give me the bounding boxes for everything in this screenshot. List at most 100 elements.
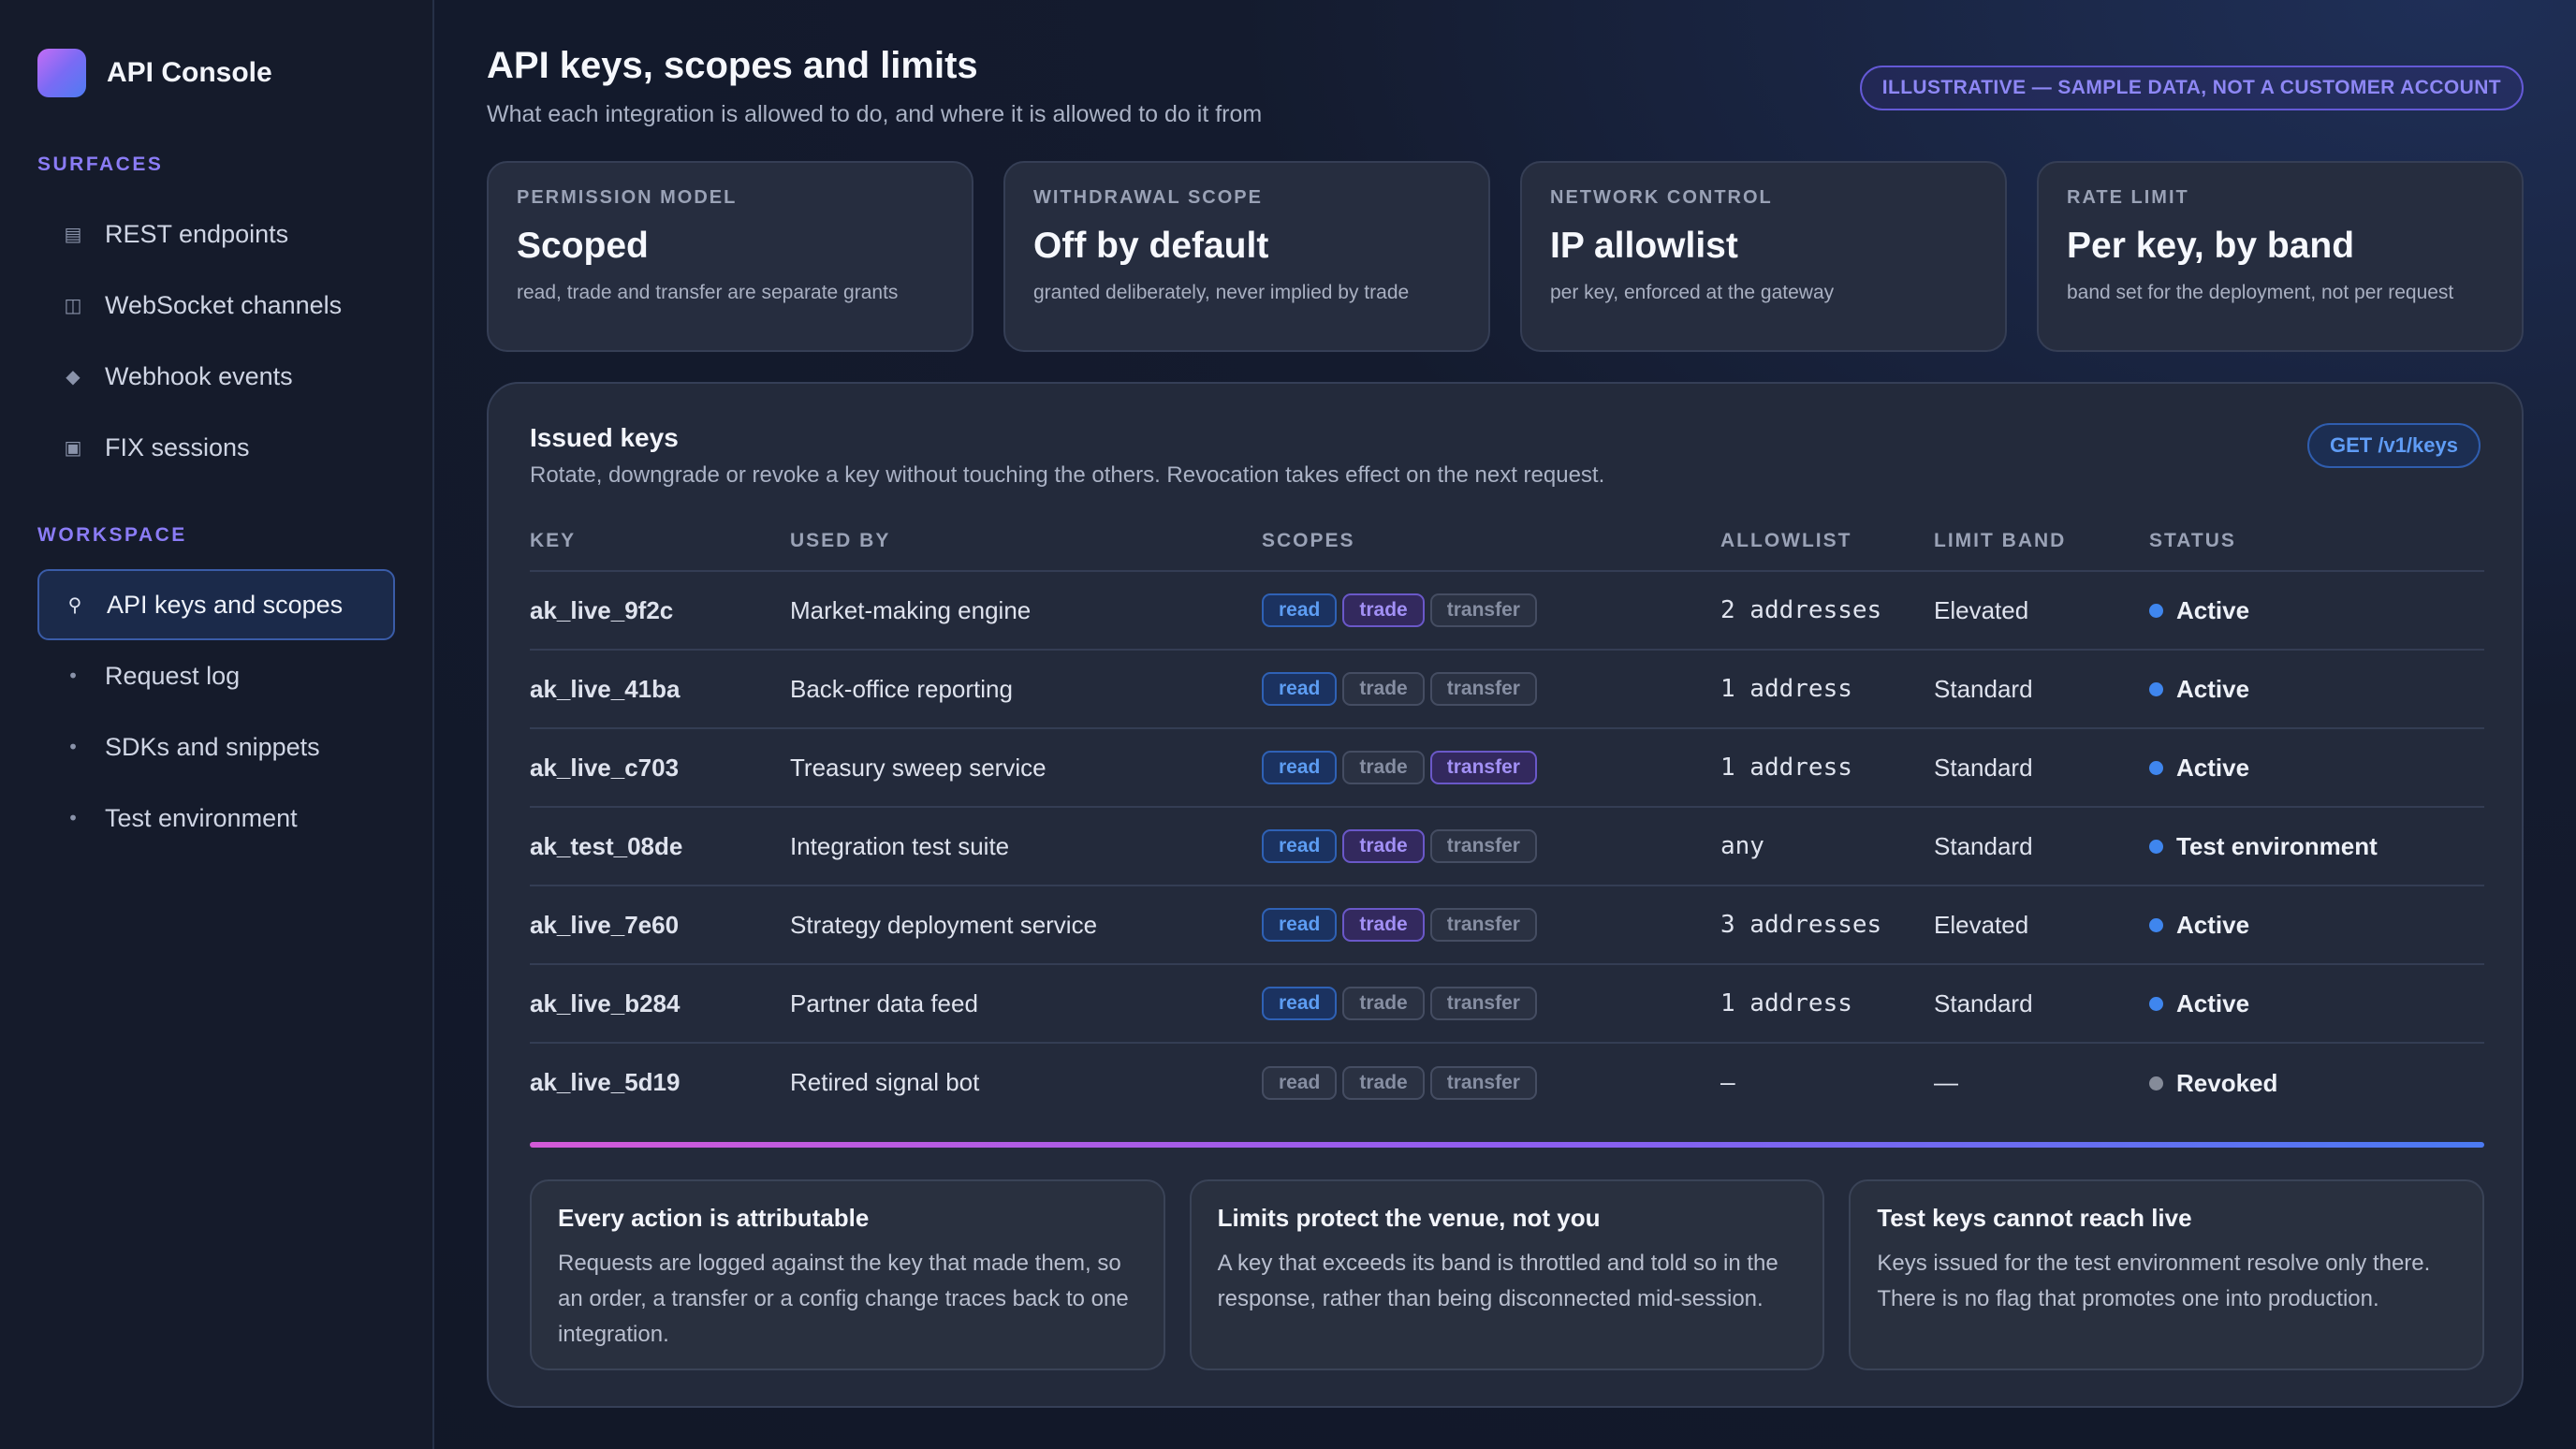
limit-band: — [1934, 1068, 1958, 1096]
panel-title: Issued keys [530, 423, 679, 452]
status-label: Test environment [2176, 832, 2378, 860]
status-dot-icon [2149, 604, 2163, 618]
key-id: ak_live_41ba [530, 650, 790, 729]
scope-chip-trade: trade [1342, 829, 1425, 863]
status-dot-icon [2149, 1076, 2163, 1090]
stat-description: per key, enforced at the gateway [1550, 282, 1835, 303]
key-id: ak_live_b284 [530, 964, 790, 1044]
scope-chip-transfer: transfer [1429, 593, 1537, 627]
limit-band: Standard [1934, 964, 2149, 1044]
column-header-used-by[interactable]: USED BY [790, 511, 1262, 572]
sidebar-item-fix-sessions[interactable]: ▣ FIX sessions [37, 412, 395, 483]
stat-description: granted deliberately, never implied by t… [1033, 282, 1410, 303]
note-title: Limits protect the venue, not you [1217, 1204, 1601, 1232]
allowlist: 1 address [1720, 964, 1934, 1044]
note-title: Every action is attributable [558, 1204, 870, 1232]
scope-chip-transfer: transfer [1429, 672, 1537, 706]
scope-chip-trade: trade [1342, 672, 1425, 706]
status-dot-icon [2149, 918, 2163, 932]
status-cell: Active [2149, 571, 2484, 651]
status-badge: Revoked [2149, 1069, 2277, 1098]
stat-label: PERMISSION MODEL [517, 187, 738, 208]
table-row[interactable]: ak_live_41ba Back-office reporting read tra… [530, 650, 2484, 729]
stat-value: Scoped [517, 226, 649, 266]
scopes-cell: read trade transfer [1262, 886, 1720, 965]
column-header-status[interactable]: STATUS [2149, 511, 2484, 572]
diamond-icon: ◆ [66, 365, 80, 388]
note-card-test-keys: Test keys cannot reach live Keys issued … [1849, 1179, 2485, 1370]
stat-value: Off by default [1033, 226, 1269, 266]
scope-chip-transfer: transfer [1429, 829, 1537, 863]
scope-chip-read: read [1262, 829, 1338, 863]
status-dot-icon [2149, 682, 2163, 696]
table-row[interactable]: ak_live_b284 Partner data feed read trade tr… [530, 964, 2484, 1044]
sidebar-item-label: Test environment [105, 803, 298, 832]
page-title: API keys, scopes and limits [487, 45, 978, 86]
note-body: Requests are logged against the key that… [558, 1251, 1129, 1347]
sidebar-item-label: SDKs and snippets [105, 732, 320, 761]
allowlist: 1 address [1720, 650, 1934, 729]
sidebar-item-request-log[interactable]: • Request log [37, 640, 395, 711]
scope-chip-trade: trade [1342, 593, 1425, 627]
bullet-icon: • [67, 736, 79, 758]
scope-chip-read: read [1262, 908, 1338, 942]
status-dot-icon [2149, 761, 2163, 775]
limit-band: Elevated [1934, 571, 2149, 651]
scopes-cell: read trade transfer [1262, 964, 1720, 1044]
sidebar-item-sdks[interactable]: • SDKs and snippets [37, 711, 395, 783]
table-row[interactable]: ak_live_5d19 Retired signal bot read trade t… [530, 1043, 2484, 1121]
status-dot-icon [2149, 997, 2163, 1011]
scope-chip-trade: trade [1342, 1065, 1425, 1100]
page-subtitle: What each integration is allowed to do, … [487, 101, 1263, 127]
endpoint-badge[interactable]: GET /v1/keys [2307, 423, 2481, 468]
status-cell: Active [2149, 964, 2484, 1044]
issued-keys-panel: Issued keys Rotate, downgrade or revoke … [487, 382, 2524, 1408]
keys-table: KEY USED BY SCOPES ALLOWLIST LIMIT BAND … [530, 511, 2484, 1121]
bullet-icon: • [67, 807, 79, 829]
stat-label: WITHDRAWAL SCOPE [1033, 187, 1263, 208]
note-card-attributable: Every action is attributable Requests ar… [530, 1179, 1165, 1370]
key-id: ak_test_08de [530, 807, 790, 886]
notes: Every action is attributable Requests ar… [530, 1179, 2485, 1370]
used-by: Back-office reporting [790, 650, 1262, 729]
table-row[interactable]: ak_live_9f2c Market-making engine read trad… [530, 571, 2484, 651]
brand[interactable]: API Console [37, 49, 395, 97]
limit-band: Standard [1934, 650, 2149, 729]
used-by: Integration test suite [790, 807, 1262, 886]
sidebar-item-webhook-events[interactable]: ◆ Webhook events [37, 341, 395, 412]
square-icon: ▣ [64, 436, 82, 459]
table-row[interactable]: ak_live_c703 Treasury sweep service read tr… [530, 728, 2484, 808]
column-header-key[interactable]: KEY [530, 511, 790, 572]
used-by: Treasury sweep service [790, 728, 1262, 808]
status-badge: Active [2149, 911, 2249, 940]
list-icon: ▤ [64, 223, 82, 245]
column-header-scopes[interactable]: SCOPES [1262, 511, 1720, 572]
scopes-cell: read trade transfer [1262, 1043, 1720, 1121]
sidebar-item-api-keys[interactable]: ⚲ API keys and scopes [37, 569, 395, 640]
used-by: Market-making engine [790, 571, 1262, 651]
status-label: Revoked [2176, 1068, 2278, 1097]
limit-band: Standard [1934, 728, 2149, 808]
key-icon: ⚲ [67, 593, 82, 616]
note-title: Test keys cannot reach live [1877, 1204, 2192, 1232]
column-header-limit-band[interactable]: LIMIT BAND [1934, 511, 2149, 572]
stat-description: read, trade and transfer are separate gr… [517, 282, 899, 303]
column-header-allowlist[interactable]: ALLOWLIST [1720, 511, 1934, 572]
stat-card-rate-limit: RATE LIMIT Per key, by band band set for… [2037, 161, 2524, 352]
sidebar-item-label: FIX sessions [105, 432, 250, 461]
scope-chip-trade: trade [1342, 751, 1425, 784]
table-row[interactable]: ak_live_7e60 Strategy deployment service r… [530, 886, 2484, 965]
stat-card-permission-model: PERMISSION MODEL Scoped read, trade and … [487, 161, 973, 352]
table-row[interactable]: ak_test_08de Integration test suite read tr… [530, 807, 2484, 886]
sidebar-item-test-environment[interactable]: • Test environment [37, 783, 395, 854]
sidebar-item-label: WebSocket channels [105, 290, 343, 319]
key-id: ak_live_9f2c [530, 571, 790, 651]
table-header-row: KEY USED BY SCOPES ALLOWLIST LIMIT BAND … [530, 511, 2484, 572]
sidebar-item-rest-endpoints[interactable]: ▤ REST endpoints [37, 198, 395, 270]
used-by: Retired signal bot [790, 1068, 980, 1096]
sidebar-item-websocket-channels[interactable]: ◫ WebSocket channels [37, 270, 395, 341]
scope-chip-trade: trade [1342, 908, 1425, 942]
status-badge: Active [2149, 754, 2249, 783]
columns-icon: ◫ [64, 294, 82, 316]
allowlist: any [1720, 807, 1934, 886]
